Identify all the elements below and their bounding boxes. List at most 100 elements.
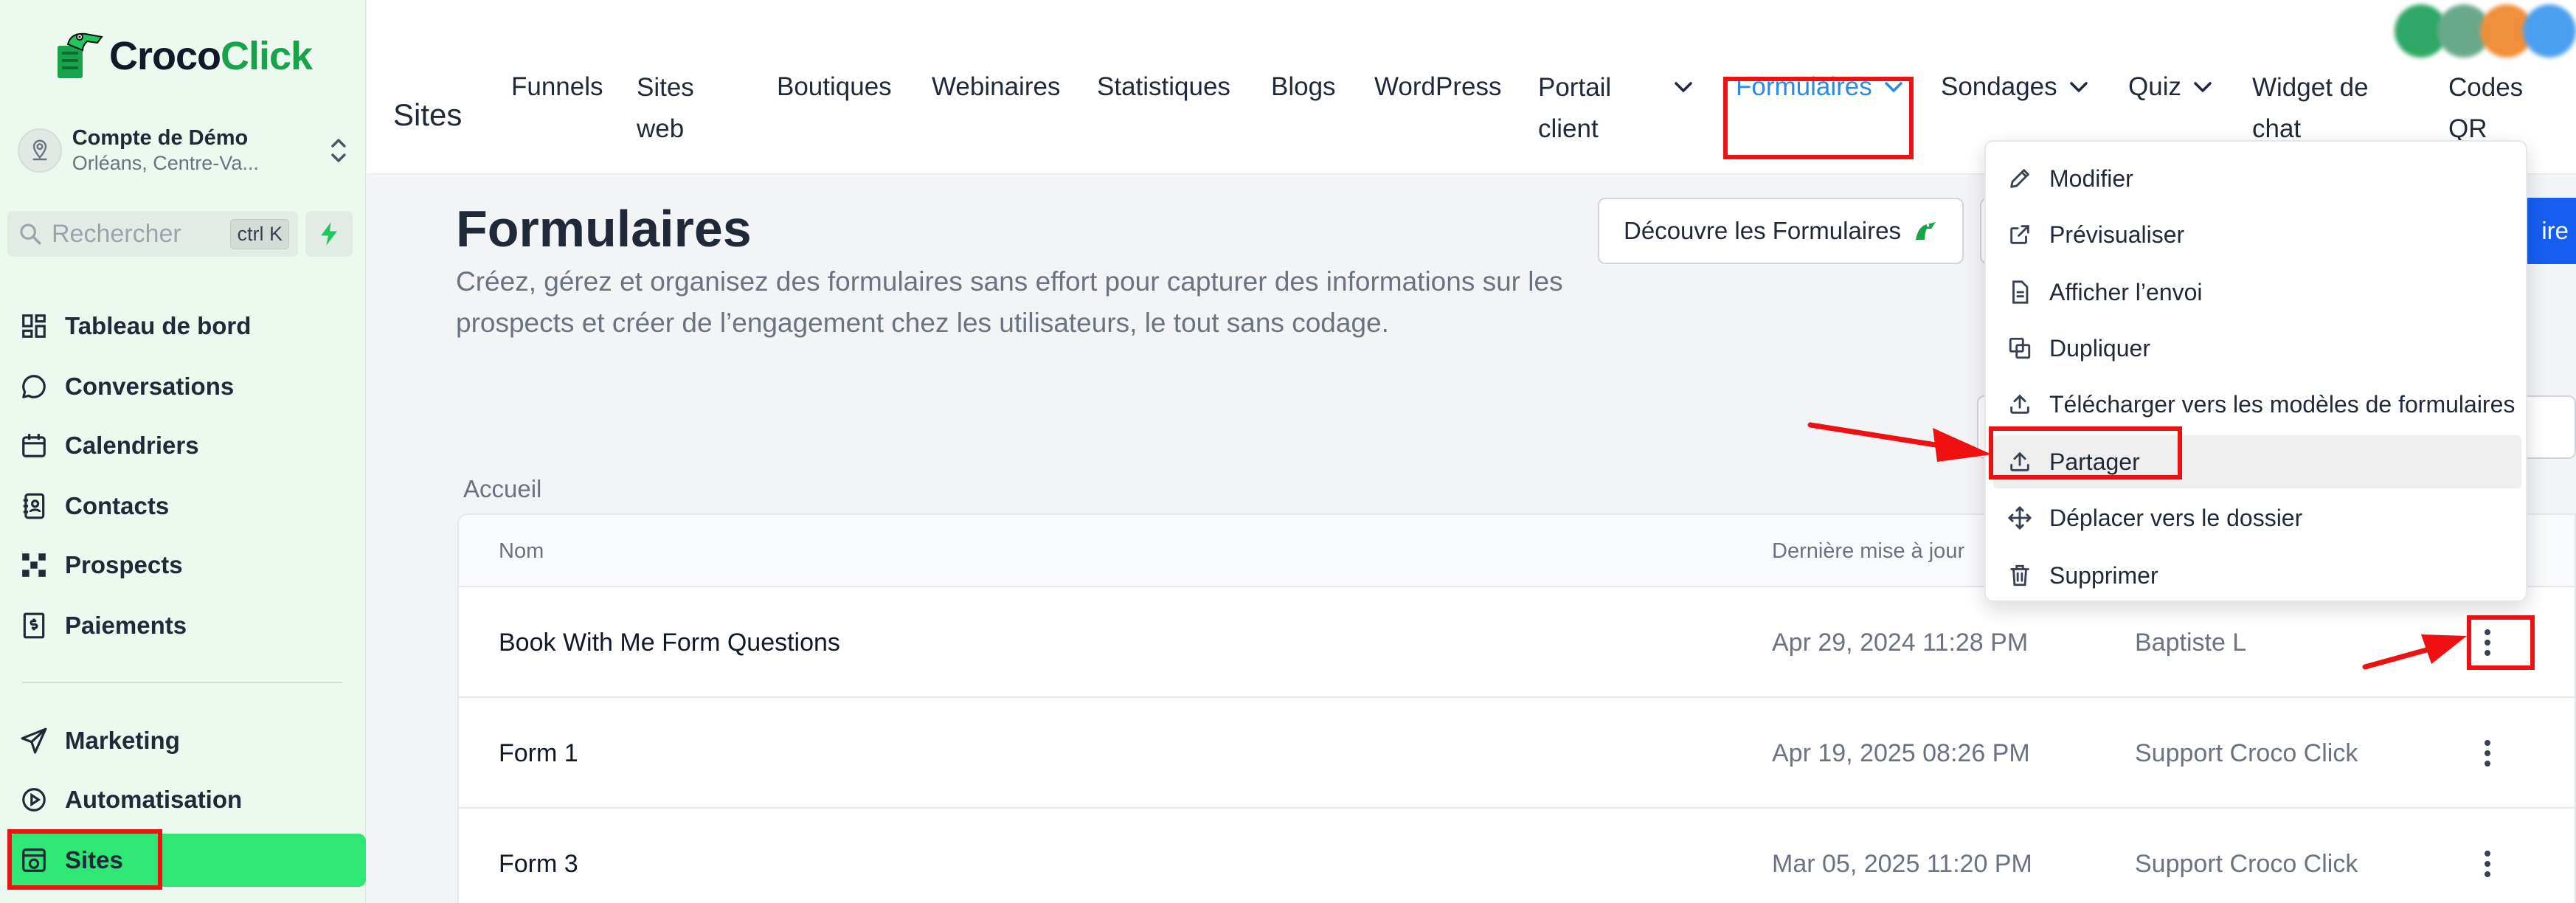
form-updated-by: Baptiste L: [2135, 628, 2247, 657]
sidebar-item-label: Calendriers: [65, 432, 199, 459]
upload-icon: [2005, 390, 2035, 419]
avatar[interactable]: [2523, 4, 2576, 58]
user-avatars: [2395, 4, 2576, 59]
tab-label: Funnels: [511, 72, 603, 101]
pipeline-icon: [18, 549, 50, 581]
account-name: Compte de Démo: [72, 126, 249, 150]
chevron-down-icon: [2069, 82, 2088, 92]
menu-item-label: Supprimer: [2049, 561, 2158, 589]
tab-label-line1: Codes: [2448, 73, 2524, 102]
column-header-updated[interactable]: Dernière mise à jour: [1772, 515, 1964, 587]
tab-label: Sondages: [1941, 72, 2057, 101]
annotation-arrow-row-actions: [2362, 634, 2467, 670]
tab-label: Blogs: [1271, 72, 1336, 101]
discover-forms-button[interactable]: Découvre les Formulaires: [1598, 198, 1964, 264]
row-actions-button[interactable]: [2465, 731, 2510, 775]
menu-item-dupliquer[interactable]: Dupliquer: [1993, 322, 2521, 375]
calendar-icon: [18, 429, 50, 462]
menu-item-label: Afficher l’envoi: [2049, 278, 2203, 305]
send-icon: [18, 724, 50, 757]
move-icon: [2005, 503, 2035, 533]
table-row[interactable]: Book With Me Form Questions Apr 29, 2024…: [459, 587, 2575, 698]
sidebar-item-paiements[interactable]: Paiements: [18, 599, 350, 652]
menu-item-supprimer[interactable]: Supprimer: [1993, 549, 2521, 602]
menu-item-label: Modifier: [2049, 165, 2133, 192]
row-actions-button[interactable]: [2465, 842, 2510, 886]
lightning-icon: [321, 222, 337, 246]
account-location: Orléans, Centre-Va...: [72, 152, 259, 174]
document-icon: [2005, 277, 2035, 307]
tab-label: Webinaires: [932, 72, 1061, 101]
annotation-box-partager: [1989, 426, 2182, 480]
copy-icon: [2005, 333, 2035, 363]
brand-name-part1: Croco: [109, 34, 221, 78]
sidebar-item-label: Conversations: [65, 373, 235, 400]
menu-item-previsualiser[interactable]: Prévisualiser: [1993, 208, 2521, 261]
sidebar-item-label: Automatisation: [65, 786, 243, 813]
column-header-name[interactable]: Nom: [499, 515, 544, 587]
croco-mascot-icon: [1915, 222, 1936, 240]
form-updated: Mar 05, 2025 11:20 PM: [1772, 849, 2032, 878]
automation-icon: [18, 783, 50, 816]
page-title: Formulaires: [456, 200, 752, 257]
external-link-icon: [2005, 220, 2035, 249]
tab-webinaires[interactable]: Webinaires: [932, 0, 1060, 174]
sidebar-item-tableau-de-bord[interactable]: Tableau de bord: [18, 300, 350, 353]
section-title: Sites: [393, 97, 463, 132]
brand-logo[interactable]: CrocoClick: [53, 27, 313, 86]
kebab-menu-icon: [2485, 740, 2490, 767]
tab-funnels[interactable]: Funnels: [511, 0, 603, 174]
croco-logo-icon: [58, 32, 103, 78]
pencil-icon: [2005, 164, 2035, 193]
search-icon: [20, 224, 41, 245]
sidebar-item-calendriers[interactable]: Calendriers: [18, 419, 350, 472]
menu-item-afficher-envoi[interactable]: Afficher l’envoi: [1993, 266, 2521, 319]
chevron-down-icon: [2194, 82, 2212, 92]
form-name[interactable]: Book With Me Form Questions: [499, 587, 840, 698]
sidebar-item-contacts[interactable]: Contacts: [18, 480, 350, 533]
chevron-down-icon[interactable]: [1672, 0, 1694, 174]
annotation-box-row-actions: [2467, 615, 2535, 670]
table-row[interactable]: Form 3 Mar 05, 2025 11:20 PM Support Cro…: [459, 809, 2575, 903]
tab-boutiques[interactable]: Boutiques: [777, 0, 892, 174]
annotation-box-sites: [7, 829, 162, 890]
table-row[interactable]: Form 1 Apr 19, 2025 08:26 PM Support Cro…: [459, 698, 2575, 809]
sidebar-item-prospects[interactable]: Prospects: [18, 539, 350, 592]
form-name[interactable]: Form 3: [499, 809, 578, 903]
form-updated-by: Support Croco Click: [2135, 849, 2358, 878]
app-root: CrocoClick Compte de Démo Orléans, Centr…: [0, 0, 2576, 903]
tab-label-line1: Widget de: [2252, 73, 2369, 102]
contacts-book-icon: [18, 490, 50, 522]
search-shortcut-hint: ctrl K: [230, 218, 289, 249]
sidebar-item-conversations[interactable]: Conversations: [18, 360, 350, 413]
sidebar-search[interactable]: Rechercher ctrl K: [7, 211, 298, 257]
tab-label-line2: web: [637, 114, 685, 143]
tab-statistiques[interactable]: Statistiques: [1097, 0, 1230, 174]
sidebar-item-marketing[interactable]: Marketing: [18, 714, 350, 767]
menu-item-label: Prévisualiser: [2049, 221, 2185, 248]
annotation-arrow-partager: [1807, 422, 1992, 462]
tab-label-line1: Sites: [637, 73, 694, 102]
sidebar-item-automatisation[interactable]: Automatisation: [18, 773, 350, 826]
tab-portail-client[interactable]: Portail client: [1538, 0, 1611, 174]
account-avatar: [18, 128, 62, 173]
menu-item-telecharger-modeles[interactable]: Télécharger vers les modèles de formulai…: [1993, 378, 2521, 431]
form-updated: Apr 29, 2024 11:28 PM: [1772, 628, 2029, 657]
tab-label-line2: client: [1538, 114, 1599, 143]
tab-sites-web[interactable]: Sites web: [637, 0, 694, 174]
location-pin-icon: [32, 139, 47, 161]
annotation-box-formulaires: [1723, 77, 1914, 159]
sidebar-item-label: Contacts: [65, 492, 170, 519]
menu-item-modifier[interactable]: Modifier: [1993, 152, 2521, 205]
account-switcher[interactable]: Compte de Démo Orléans, Centre-Va...: [18, 122, 350, 179]
breadcrumb[interactable]: Accueil: [463, 475, 541, 503]
tab-label: WordPress: [1374, 72, 1502, 101]
menu-item-label: Télécharger vers les modèles de formulai…: [2049, 390, 2516, 418]
sidebar-item-label: Marketing: [65, 727, 180, 754]
form-name[interactable]: Form 1: [499, 698, 578, 809]
trash-icon: [2005, 561, 2035, 590]
tab-blogs[interactable]: Blogs: [1271, 0, 1336, 174]
quick-actions-button[interactable]: [305, 211, 353, 257]
tab-wordpress[interactable]: WordPress: [1374, 0, 1501, 174]
menu-item-deplacer-dossier[interactable]: Déplacer vers le dossier: [1993, 491, 2521, 544]
